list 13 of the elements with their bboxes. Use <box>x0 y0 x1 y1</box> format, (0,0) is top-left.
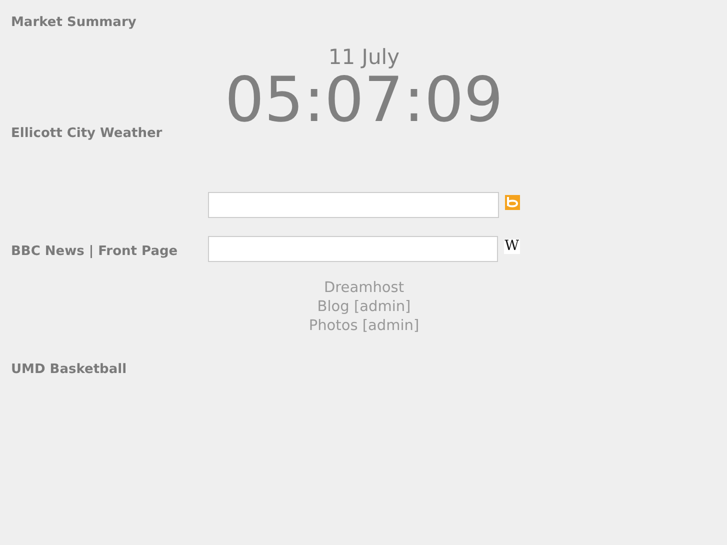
clock-time: 05:07:09 <box>224 67 504 133</box>
feed-title[interactable]: BBC News | Front Page <box>11 244 178 259</box>
bookmark-link[interactable]: Dreamhost <box>324 279 404 298</box>
feed-title[interactable]: UMD Basketball <box>11 362 127 377</box>
feed-title[interactable]: Ellicott City Weather <box>11 126 162 141</box>
wikipedia-icon[interactable]: W <box>504 239 520 254</box>
bookmark-link[interactable]: Photos [admin] <box>308 317 420 336</box>
search-field[interactable] <box>208 236 498 262</box>
feed-title[interactable]: Market Summary <box>11 15 136 30</box>
search-field[interactable] <box>208 192 499 218</box>
clock-date: 11 July <box>328 45 400 69</box>
bookmark-link[interactable]: Blog [admin] <box>317 298 411 317</box>
search-engine-icon[interactable] <box>505 195 520 210</box>
